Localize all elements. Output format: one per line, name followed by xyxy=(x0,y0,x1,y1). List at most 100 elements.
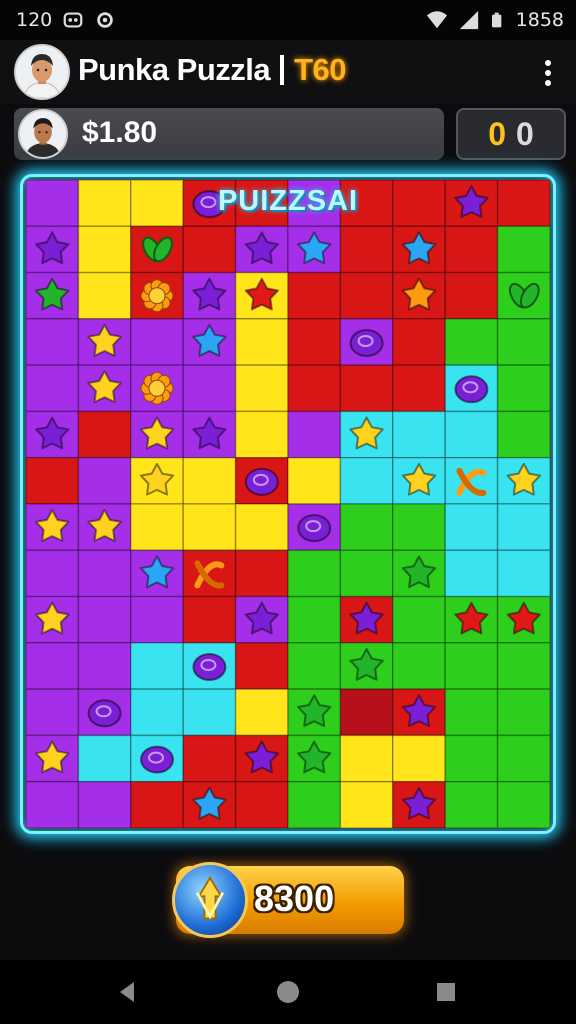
board-tile[interactable] xyxy=(496,503,550,552)
board-tile[interactable] xyxy=(287,780,342,828)
blob-piece-icon[interactable] xyxy=(140,745,174,774)
board-tile[interactable] xyxy=(444,456,499,505)
board-tile[interactable] xyxy=(496,549,550,598)
blob-piece-icon[interactable] xyxy=(349,329,384,357)
recents-icon[interactable] xyxy=(430,976,462,1008)
board-tile[interactable] xyxy=(182,688,237,737)
board-tile[interactable] xyxy=(496,225,550,274)
flower-piece-icon[interactable] xyxy=(140,371,174,405)
board-tile[interactable] xyxy=(77,456,132,505)
board-tile[interactable] xyxy=(182,503,237,552)
board-tile[interactable] xyxy=(287,456,342,505)
back-icon[interactable] xyxy=(112,976,144,1008)
blob-piece-icon[interactable] xyxy=(244,467,279,496)
board-tile[interactable] xyxy=(130,642,184,690)
board-tile[interactable] xyxy=(496,364,550,413)
board-tile[interactable] xyxy=(339,225,394,274)
board-tile[interactable] xyxy=(496,180,550,228)
blob-piece-icon[interactable] xyxy=(297,514,332,543)
board-tile[interactable] xyxy=(339,549,394,598)
coin-button[interactable]: 8300 xyxy=(172,862,404,938)
home-icon[interactable] xyxy=(272,976,304,1008)
board-tile[interactable] xyxy=(182,364,237,413)
board-tile[interactable] xyxy=(130,503,184,552)
game-board[interactable] xyxy=(26,180,550,828)
blob-piece-icon[interactable] xyxy=(87,699,122,728)
board-tile[interactable] xyxy=(77,410,132,459)
board-tile[interactable] xyxy=(182,734,237,783)
board-tile[interactable] xyxy=(444,225,499,274)
board-tile[interactable] xyxy=(234,364,289,413)
board-tile[interactable] xyxy=(26,456,80,505)
board-tile[interactable] xyxy=(339,456,394,505)
board-tile[interactable] xyxy=(444,410,499,459)
board-tile[interactable] xyxy=(77,595,132,644)
board-tile[interactable] xyxy=(444,642,499,690)
board-tile[interactable] xyxy=(26,642,80,690)
board-tile[interactable] xyxy=(182,549,237,598)
board-tile[interactable] xyxy=(26,364,80,413)
board-tile[interactable] xyxy=(496,642,550,690)
board-tile[interactable] xyxy=(339,780,394,828)
board-tile[interactable] xyxy=(234,318,289,366)
player-avatar[interactable] xyxy=(14,44,70,100)
board-tile[interactable] xyxy=(392,734,446,783)
board-tile[interactable] xyxy=(130,688,184,737)
board-tile[interactable] xyxy=(496,688,550,737)
board-tile[interactable] xyxy=(77,780,132,828)
board-tile[interactable] xyxy=(182,225,237,274)
board-tile[interactable] xyxy=(496,780,550,828)
board-tile[interactable] xyxy=(77,642,132,690)
blob-piece-icon[interactable] xyxy=(192,653,227,681)
board-tile[interactable] xyxy=(287,595,342,644)
board-tile[interactable] xyxy=(130,318,184,366)
board-tile[interactable] xyxy=(392,595,446,644)
board-tile[interactable] xyxy=(392,410,446,459)
board-tile[interactable] xyxy=(287,549,342,598)
board-tile[interactable] xyxy=(26,688,80,737)
board-tile[interactable] xyxy=(392,642,446,690)
board-tile[interactable] xyxy=(496,734,550,783)
more-vert-icon[interactable] xyxy=(540,58,556,88)
board-tile[interactable] xyxy=(287,410,342,459)
board-tile[interactable] xyxy=(130,780,184,828)
board-tile[interactable] xyxy=(444,271,499,320)
board-tile[interactable] xyxy=(77,225,132,274)
board-tile[interactable] xyxy=(234,688,289,737)
board-tile[interactable] xyxy=(339,503,394,552)
board-tile[interactable] xyxy=(444,549,499,598)
board-tile[interactable] xyxy=(392,503,446,552)
board-tile[interactable] xyxy=(339,734,394,783)
board-tile[interactable] xyxy=(287,271,342,320)
board-tile[interactable] xyxy=(234,549,289,598)
board-tile[interactable] xyxy=(339,271,394,320)
board-tile[interactable] xyxy=(392,318,446,366)
board-tile[interactable] xyxy=(444,318,499,366)
board-tile[interactable] xyxy=(392,180,446,228)
blob-piece-icon[interactable] xyxy=(454,375,489,404)
board-tile[interactable] xyxy=(130,595,184,644)
board-tile[interactable] xyxy=(234,410,289,459)
board-tile[interactable] xyxy=(26,180,80,228)
board-tile[interactable] xyxy=(444,780,499,828)
board-tile[interactable] xyxy=(77,549,132,598)
board-tile[interactable] xyxy=(26,549,80,598)
board-tile[interactable] xyxy=(496,318,550,366)
board-tile[interactable] xyxy=(26,780,80,828)
board-tile[interactable] xyxy=(77,271,132,320)
board-tile[interactable] xyxy=(287,364,342,413)
board-tile[interactable] xyxy=(130,180,184,228)
board-tile[interactable] xyxy=(392,364,446,413)
board-tile[interactable] xyxy=(339,688,394,737)
board-tile[interactable] xyxy=(496,410,550,459)
board-tile[interactable] xyxy=(287,318,342,366)
board-tile[interactable] xyxy=(444,688,499,737)
board-tile[interactable] xyxy=(77,180,132,228)
board-tile[interactable] xyxy=(234,642,289,690)
board-tile[interactable] xyxy=(234,503,289,552)
board-tile[interactable] xyxy=(287,642,342,690)
board-tile[interactable] xyxy=(234,780,289,828)
board-tile[interactable] xyxy=(339,364,394,413)
board-tile[interactable] xyxy=(26,318,80,366)
board-tile[interactable] xyxy=(444,503,499,552)
